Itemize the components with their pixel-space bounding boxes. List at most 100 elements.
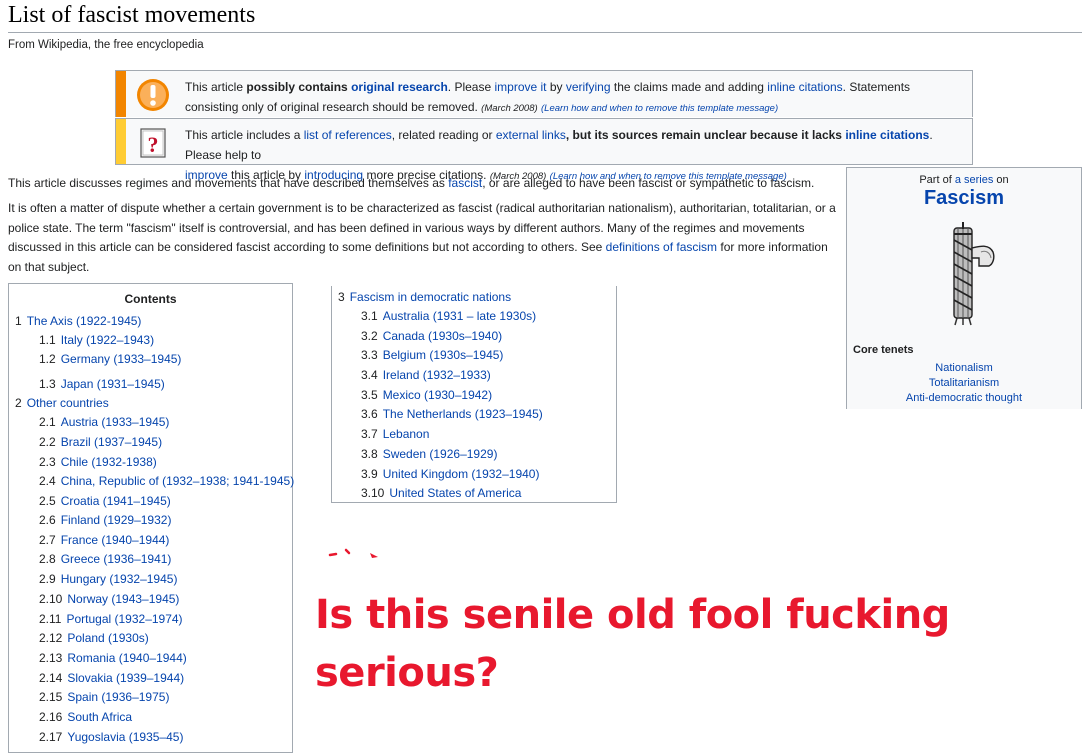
toc-item[interactable]: 2.7 France (1940–1944) xyxy=(39,533,169,547)
toc-number: 3.7 xyxy=(361,427,378,441)
intro-paragraph: This article discusses regimes and movem… xyxy=(8,176,815,190)
toc-number: 2.4 xyxy=(39,474,56,488)
toc-item[interactable]: 3 Fascism in democratic nations xyxy=(338,290,511,304)
toc-item[interactable]: 2.12 Poland (1930s) xyxy=(39,631,149,645)
toc-link[interactable]: Sweden (1926–1929) xyxy=(383,447,498,461)
torn-gap xyxy=(10,366,292,374)
toc-item[interactable]: 3.6 The Netherlands (1923–1945) xyxy=(361,407,543,421)
fasces-icon[interactable] xyxy=(945,222,1005,331)
toc-item[interactable]: 2.1 Austria (1933–1945) xyxy=(39,415,169,429)
toc-link[interactable]: Romania (1940–1944) xyxy=(67,651,186,665)
question-book-icon: ? xyxy=(136,126,170,160)
toc-item[interactable]: 2.10 Norway (1943–1945) xyxy=(39,592,179,606)
toc-item[interactable]: 3.4 Ireland (1932–1933) xyxy=(361,368,491,382)
toc-link[interactable]: Yugoslavia (1935–45) xyxy=(67,730,183,744)
toc-number: 2.13 xyxy=(39,651,63,665)
toc-link[interactable]: Brazil (1937–1945) xyxy=(61,435,162,449)
toc-item[interactable]: 2.13 Romania (1940–1944) xyxy=(39,651,187,665)
toc-item[interactable]: 1.2 Germany (1933–1945) xyxy=(39,352,181,366)
page-title: List of fascist movements xyxy=(8,2,256,28)
toc-item[interactable]: 2 Other countries xyxy=(15,396,109,410)
toc-link[interactable]: Australia (1931 – late 1930s) xyxy=(383,309,536,323)
toc-link[interactable]: Canada (1930s–1940) xyxy=(383,329,502,343)
toc-item[interactable]: 3.5 Mexico (1930–1942) xyxy=(361,388,492,402)
toc-item[interactable]: 3.9 United Kingdom (1932–1940) xyxy=(361,467,539,481)
toc-item[interactable]: 3.1 Australia (1931 – late 1930s) xyxy=(361,309,536,323)
toc-link[interactable]: Croatia (1941–1945) xyxy=(61,494,171,508)
toc-link[interactable]: Hungary (1932–1945) xyxy=(61,572,178,586)
series-link[interactable]: a series xyxy=(955,174,994,186)
series-title[interactable]: Fascism xyxy=(847,187,1081,210)
toc-number: 3 xyxy=(338,290,345,304)
fascist-link[interactable]: fascist xyxy=(448,176,482,190)
toc-link[interactable]: Slovakia (1939–1944) xyxy=(67,671,184,685)
toc-link[interactable]: Ireland (1932–1933) xyxy=(383,368,491,382)
toc-item[interactable]: 2.8 Greece (1936–1941) xyxy=(39,552,171,566)
toc-item[interactable]: 1.3 Japan (1931–1945) xyxy=(39,377,165,391)
toc-link[interactable]: United States of America xyxy=(389,486,521,500)
toc-link[interactable]: South Africa xyxy=(67,710,132,724)
toc-number: 3.6 xyxy=(361,407,378,421)
toc-item[interactable]: 2.11 Portugal (1932–1974) xyxy=(39,612,183,626)
toc-item[interactable]: 2.2 Brazil (1937–1945) xyxy=(39,435,162,449)
toc-item[interactable]: 1 The Axis (1922-1945) xyxy=(15,314,141,328)
toc-link[interactable]: Italy (1922–1943) xyxy=(61,333,154,347)
learn-remove-link[interactable]: (Learn how and when to remove this templ… xyxy=(541,103,778,114)
toc-item[interactable]: 2.5 Croatia (1941–1945) xyxy=(39,494,171,508)
toc-link[interactable]: Chile (1932-1938) xyxy=(61,455,157,469)
toc-link[interactable]: Poland (1930s) xyxy=(67,631,148,645)
toc-item[interactable]: 3.8 Sweden (1926–1929) xyxy=(361,447,497,461)
notice-date: (March 2008) xyxy=(481,103,538,114)
toc-number: 2.10 xyxy=(39,592,63,606)
toc-link[interactable]: Spain (1936–1975) xyxy=(67,690,169,704)
toc-item[interactable]: 2.14 Slovakia (1939–1944) xyxy=(39,671,184,685)
toc-number: 2.9 xyxy=(39,572,56,586)
inline-citations-link[interactable]: inline citations xyxy=(845,128,929,142)
toc-number: 2.8 xyxy=(39,552,56,566)
improve-it-link[interactable]: improve it xyxy=(494,80,546,94)
toc-item[interactable]: 1.1 Italy (1922–1943) xyxy=(39,333,154,347)
toc-link[interactable]: Other countries xyxy=(27,396,109,410)
toc-item[interactable]: 2.4 China, Republic of (1932–1938; 1941-1… xyxy=(39,474,294,488)
toc-link[interactable]: Portugal (1932–1974) xyxy=(66,612,182,626)
toc-item[interactable]: 3.3 Belgium (1930s–1945) xyxy=(361,348,503,362)
toc-link[interactable]: Austria (1933–1945) xyxy=(61,415,170,429)
toc-link[interactable]: France (1940–1944) xyxy=(61,533,170,547)
toc-link[interactable]: Lebanon xyxy=(383,427,430,441)
toc-link[interactable]: The Axis (1922-1945) xyxy=(27,314,142,328)
notice-stripe xyxy=(116,71,126,117)
toc-link[interactable]: Belgium (1930s–1945) xyxy=(383,348,504,362)
external-links-link[interactable]: external links xyxy=(496,128,566,142)
toc-link[interactable]: Japan (1931–1945) xyxy=(61,377,165,391)
series-sidebar: Part of a series on Fascism Core tenets … xyxy=(846,167,1082,409)
inline-citations-link[interactable]: inline citations xyxy=(767,80,842,94)
toc-link[interactable]: Greece (1936–1941) xyxy=(61,552,172,566)
toc-link[interactable]: Finland (1929–1932) xyxy=(61,513,172,527)
original-research-link[interactable]: original research xyxy=(351,80,448,94)
toc-item[interactable]: 2.6 Finland (1929–1932) xyxy=(39,513,171,527)
toc-link[interactable]: The Netherlands (1923–1945) xyxy=(383,407,543,421)
toc-item[interactable]: 3.2 Canada (1930s–1940) xyxy=(361,329,502,343)
verifying-link[interactable]: verifying xyxy=(566,80,611,94)
list-of-references-link[interactable]: list of references xyxy=(304,128,392,142)
toc-item[interactable]: 2.3 Chile (1932-1938) xyxy=(39,455,157,469)
toc-link[interactable]: Norway (1943–1945) xyxy=(67,592,179,606)
toc-item[interactable]: 2.9 Hungary (1932–1945) xyxy=(39,572,177,586)
toc-item[interactable]: 3.7 Lebanon xyxy=(361,427,429,441)
toc-link[interactable]: Fascism in democratic nations xyxy=(350,290,511,304)
tenet-link[interactable]: Nationalism xyxy=(935,362,992,374)
toc-item[interactable]: 2.15 Spain (1936–1975) xyxy=(39,690,169,704)
toc-link[interactable]: China, Republic of (1932–1938; 1941-1945… xyxy=(61,474,295,488)
toc-item[interactable]: 2.17 Yugoslavia (1935–45) xyxy=(39,730,183,744)
toc-link[interactable]: United Kingdom (1932–1940) xyxy=(383,467,540,481)
toc-item[interactable]: 3.10 United States of America xyxy=(361,486,521,500)
tenet-link[interactable]: Anti-democratic thought xyxy=(906,392,1022,404)
toc-item[interactable]: 2.16 South Africa xyxy=(39,710,132,724)
notice-stripe xyxy=(116,119,126,164)
meme-caption: Is this senile old fool fucking serious? xyxy=(315,586,955,702)
definitions-of-fascism-link[interactable]: definitions of fascism xyxy=(606,240,717,254)
caption-line-2: serious? xyxy=(315,650,499,696)
tenet-link[interactable]: Totalitarianism xyxy=(929,377,999,389)
toc-link[interactable]: Germany (1933–1945) xyxy=(61,352,182,366)
toc-link[interactable]: Mexico (1930–1942) xyxy=(383,388,492,402)
